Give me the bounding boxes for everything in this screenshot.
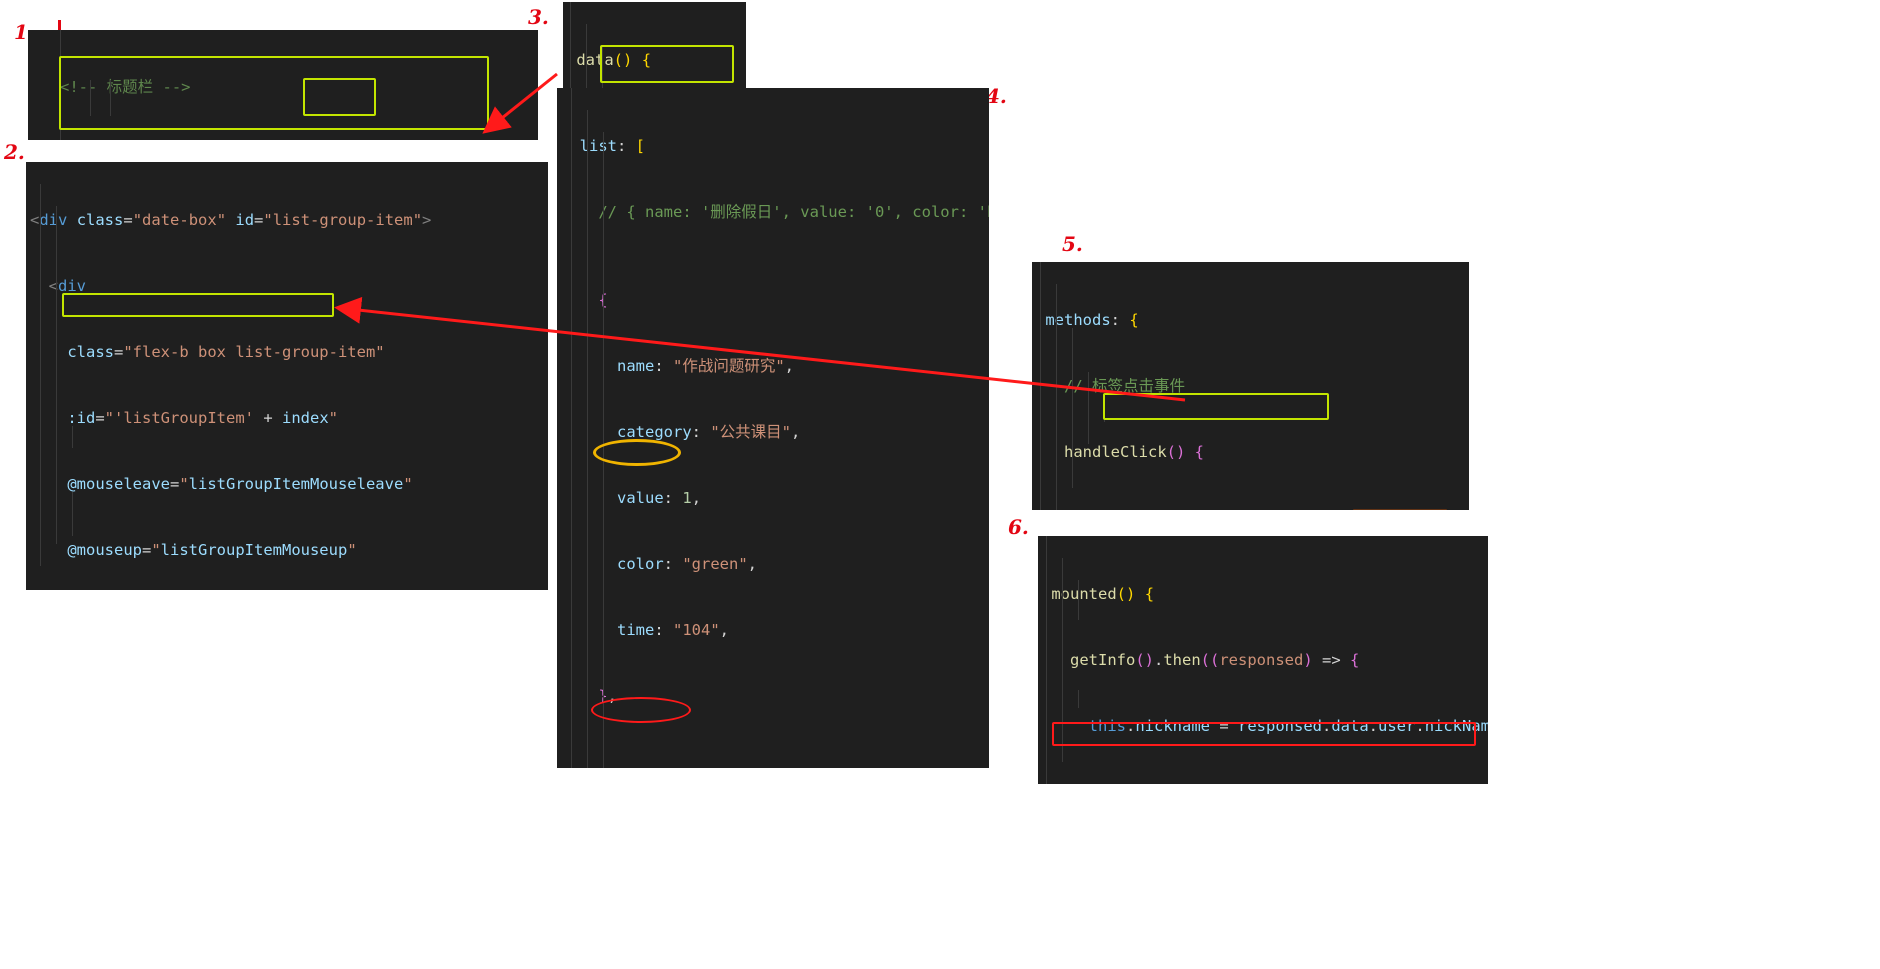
code-line: list: [ bbox=[579, 137, 646, 155]
code-line: <div class="date-box" id="list-group-ite… bbox=[30, 211, 432, 229]
methods-panel[interactable]: methods: { // 标签点击事件 handleClick() { con… bbox=[1032, 262, 1469, 510]
template-tabs-panel[interactable]: <!-- 标题栏 --> <div class="tabs"> <el-tabs… bbox=[28, 30, 538, 140]
indent-guide bbox=[1056, 284, 1057, 510]
screenshot-root: 1. 2. 3. 4. 5. 6. <!-- 标题栏 --> <div clas… bbox=[0, 0, 1880, 969]
item-color: color: "green", bbox=[617, 555, 758, 573]
marker-2: 2. bbox=[4, 140, 25, 164]
code-line: // 标签点击事件 bbox=[1064, 377, 1185, 395]
indent-guide bbox=[72, 492, 73, 536]
indent-guide bbox=[1104, 394, 1105, 422]
code-line: @mouseup="listGroupItemMouseup" bbox=[67, 541, 357, 559]
indent-guide bbox=[40, 184, 41, 566]
mounted-panel[interactable]: mounted() { getInfo().then((responsed) =… bbox=[1038, 536, 1488, 784]
code-line: data() { bbox=[576, 51, 652, 69]
code-line: class="flex-b box list-group-item" bbox=[67, 343, 385, 361]
indent-guide bbox=[1078, 580, 1079, 620]
item-value: value: 1, bbox=[617, 489, 702, 507]
indent-guide bbox=[1078, 690, 1079, 708]
code-line: handleClick() { bbox=[1064, 443, 1205, 461]
indent-guide bbox=[56, 206, 57, 544]
code-line: getInfo().then((responsed) => { bbox=[1070, 651, 1360, 669]
indent-guide bbox=[1062, 558, 1063, 762]
indent-guide bbox=[1046, 536, 1047, 784]
indent-guide bbox=[586, 24, 587, 88]
indent-guide bbox=[570, 2, 571, 88]
code-line: console.log("responsed", this.nickname); bbox=[1038, 781, 1488, 784]
template-list-panel[interactable]: <div class="date-box" id="list-group-ite… bbox=[26, 162, 548, 590]
code-line: this.nickname = responsed.data.user.nick… bbox=[1088, 717, 1488, 735]
indent-guide bbox=[1040, 262, 1041, 510]
code-line: methods: { bbox=[1045, 311, 1139, 329]
indent-guide bbox=[60, 30, 61, 140]
indent-guide bbox=[587, 110, 588, 768]
code-line: <div bbox=[48, 277, 87, 295]
code-line: <!-- 标题栏 --> bbox=[60, 78, 191, 96]
code-line: @mouseleave="listGroupItemMouseleave" bbox=[67, 475, 413, 493]
code-line: { bbox=[557, 289, 989, 311]
indent-guide bbox=[603, 132, 604, 768]
code-line: console.log(1111111111, this.activeName)… bbox=[1032, 507, 1469, 510]
indent-guide bbox=[90, 80, 91, 116]
marker-5: 5. bbox=[1062, 232, 1083, 256]
indent-guide bbox=[1072, 328, 1073, 488]
list-data-panel[interactable]: list: [ // { name: '删除假日', value: '0', c… bbox=[557, 88, 989, 768]
marker-3: 3. bbox=[528, 5, 549, 29]
indent-guide bbox=[1088, 372, 1089, 444]
code-line: }, bbox=[598, 687, 618, 705]
marker-6: 6. bbox=[1008, 515, 1029, 539]
indent-guide bbox=[602, 46, 603, 88]
code-line: :id="'listGroupItem' + index" bbox=[67, 409, 339, 427]
item-category: category: "公共课目", bbox=[617, 423, 801, 441]
indent-guide bbox=[571, 88, 572, 768]
indent-guide bbox=[110, 80, 111, 116]
indent-guide bbox=[72, 426, 73, 448]
code-line: mounted() { bbox=[1051, 585, 1155, 603]
data-function-panel[interactable]: data() { return { activeName: "1", rende… bbox=[563, 2, 746, 88]
list-comment: // { name: '删除假日', value: '0', color: 'b… bbox=[598, 203, 989, 221]
item-name: name: "作战问题研究", bbox=[617, 357, 795, 375]
item-time: time: "104", bbox=[617, 621, 730, 639]
marker-4: 4. bbox=[986, 84, 1007, 108]
